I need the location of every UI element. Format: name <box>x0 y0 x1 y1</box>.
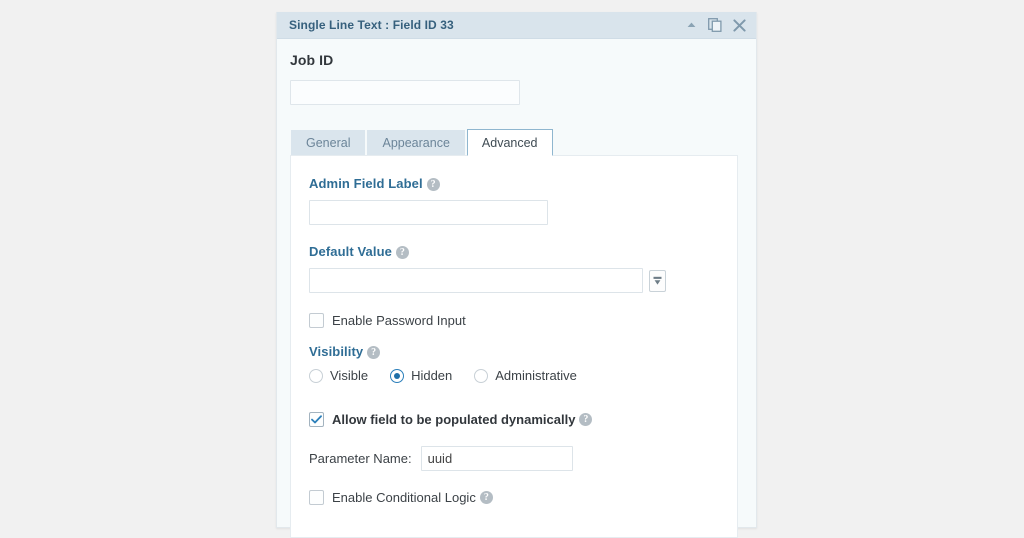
enable-conditional-logic-checkbox[interactable] <box>309 490 324 505</box>
help-icon[interactable]: ? <box>367 346 381 359</box>
caret-up-icon[interactable] <box>686 21 697 29</box>
radio-hidden-label: Hidden <box>411 368 453 383</box>
default-value-label-text: Default Value <box>309 244 392 259</box>
setting-parameter-name: Parameter Name: <box>309 446 713 471</box>
radio-visible[interactable] <box>309 368 323 383</box>
panel-header-icons <box>686 18 746 32</box>
admin-field-label-input[interactable] <box>309 200 548 225</box>
visibility-option-hidden[interactable]: Hidden <box>390 368 452 383</box>
settings-tabs: General Appearance Advanced <box>290 128 740 156</box>
help-icon[interactable]: ? <box>426 178 440 191</box>
tab-general[interactable]: General <box>291 130 366 155</box>
setting-enable-conditional-logic[interactable]: Enable Conditional Logic ? <box>309 490 713 505</box>
help-icon[interactable]: ? <box>479 491 493 504</box>
setting-visibility: Visibility? Visible Hidden Administrativ… <box>309 344 713 383</box>
allow-dynamic-population-label: Allow field to be populated dynamically <box>332 412 576 427</box>
help-icon[interactable]: ? <box>579 413 593 426</box>
setting-admin-field-label: Admin Field Label? <box>309 176 713 225</box>
parameter-name-input[interactable] <box>420 446 573 471</box>
visibility-label-text: Visibility <box>309 344 364 359</box>
radio-administrative-label: Administrative <box>495 368 577 383</box>
radio-hidden[interactable] <box>390 368 405 383</box>
default-value-label: Default Value? <box>309 244 409 259</box>
radio-visible-label: Visible <box>330 368 369 383</box>
field-settings-panel: Single Line Text : Field ID 33 Job ID Ge… <box>276 12 757 538</box>
setting-enable-password-input[interactable]: Enable Password Input <box>309 313 713 328</box>
enable-password-input-checkbox[interactable] <box>309 313 324 328</box>
tab-appearance[interactable]: Appearance <box>367 130 465 155</box>
default-value-row <box>309 268 713 293</box>
radio-administrative[interactable] <box>474 368 489 383</box>
visibility-option-visible[interactable]: Visible <box>309 368 368 383</box>
tab-panel-advanced: Admin Field Label? Default Value? Enable… <box>290 155 738 538</box>
tab-advanced[interactable]: Advanced <box>466 129 553 156</box>
duplicate-icon[interactable] <box>708 18 722 32</box>
enable-password-input-label: Enable Password Input <box>332 313 466 328</box>
close-icon[interactable] <box>733 18 746 32</box>
admin-field-label-text: Admin Field Label <box>309 176 423 191</box>
panel-title: Single Line Text : Field ID 33 <box>289 18 454 32</box>
field-label-input[interactable] <box>290 80 520 105</box>
enable-conditional-logic-label: Enable Conditional Logic <box>332 490 476 505</box>
admin-field-label-label: Admin Field Label? <box>309 176 440 191</box>
setting-allow-dynamic-population[interactable]: Allow field to be populated dynamically … <box>309 412 713 427</box>
merge-tag-icon[interactable] <box>649 269 666 292</box>
allow-dynamic-population-checkbox[interactable] <box>309 412 324 427</box>
default-value-input[interactable] <box>309 268 643 293</box>
visibility-option-administrative[interactable]: Administrative <box>474 368 577 383</box>
panel-body: Job ID General Appearance Advanced Admin… <box>277 39 756 538</box>
visibility-label: Visibility? <box>309 344 381 359</box>
setting-default-value: Default Value? <box>309 244 713 293</box>
field-label-heading: Job ID <box>290 52 334 68</box>
visibility-radio-group: Visible Hidden Administrative <box>309 368 713 383</box>
help-icon[interactable]: ? <box>395 246 409 259</box>
panel-header: Single Line Text : Field ID 33 <box>277 12 756 39</box>
parameter-name-label: Parameter Name: <box>309 451 412 466</box>
